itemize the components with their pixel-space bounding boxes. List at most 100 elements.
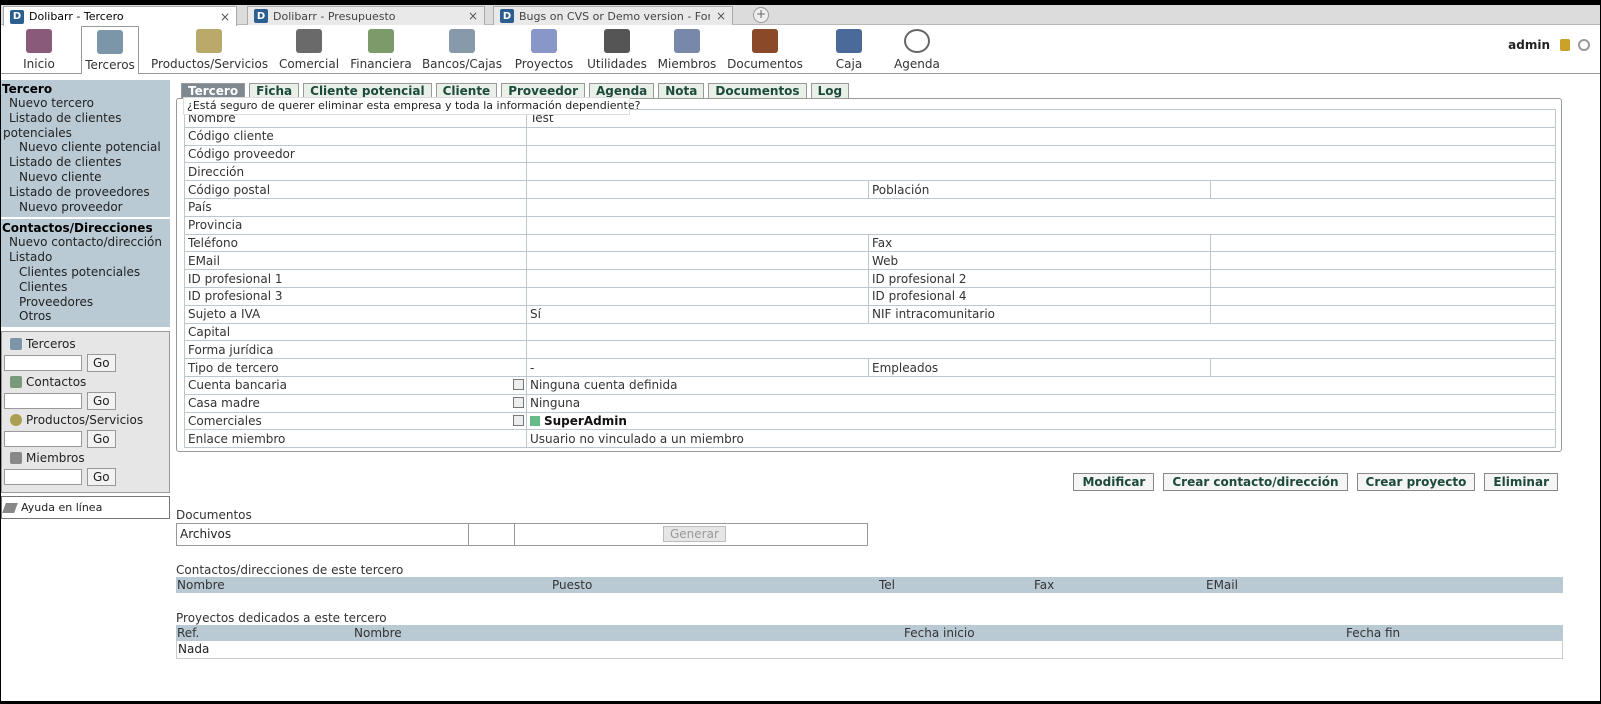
link-clientes-potenciales[interactable]: Clientes potenciales <box>2 265 170 280</box>
menu-item-miembros[interactable]: Miembros <box>655 26 719 74</box>
field-label: Código proveedor <box>184 144 527 164</box>
menu-item-utilidades[interactable]: Utilidades <box>585 26 649 74</box>
close-tab-icon[interactable]: × <box>716 9 726 23</box>
menu-item-documentos[interactable]: Documentos <box>725 26 805 74</box>
crear-contacto-button[interactable]: Crear contacto/dirección <box>1163 473 1348 491</box>
close-tab-icon[interactable]: × <box>468 9 478 23</box>
tab-log[interactable]: Log <box>810 83 850 99</box>
tercero-card: Nombre Test Código cliente Código proveed… <box>176 98 1562 452</box>
tab-nota[interactable]: Nota <box>658 83 705 99</box>
lock-icon[interactable] <box>1560 39 1570 51</box>
field-value <box>526 251 869 271</box>
link-nuevo-cliente[interactable]: Nuevo cliente <box>2 170 170 185</box>
table-row: Código postal Población <box>184 180 1556 199</box>
menu-item-inicio[interactable]: Inicio <box>9 26 69 74</box>
field-value <box>1210 269 1556 288</box>
crear-proyecto-button[interactable]: Crear proyecto <box>1356 473 1476 491</box>
search-miembros-input[interactable] <box>4 469 82 486</box>
link-proveedores[interactable]: Proveedores <box>2 295 170 310</box>
field-label: ID profesional 2 <box>868 269 1211 288</box>
menu-item-productos[interactable]: Productos/Servicios <box>151 26 268 74</box>
browser-window: D Dolibarr - Tercero × D Dolibarr - Pres… <box>1 5 1600 701</box>
menu-item-terceros[interactable]: Terceros <box>81 26 139 74</box>
go-button[interactable]: Go <box>87 354 116 373</box>
search-terceros-input[interactable] <box>4 355 82 372</box>
field-value <box>526 269 869 288</box>
cashbox-icon <box>836 29 862 53</box>
tab-documentos[interactable]: Documentos <box>708 83 807 99</box>
left-menu-contactos: Contactos/Direcciones Nuevo contacto/dir… <box>1 219 170 330</box>
table-row: Enlace miembro Usuario no vinculado a un … <box>184 429 1556 449</box>
home-icon <box>26 29 52 53</box>
field-value <box>526 126 1556 146</box>
field-value: Test <box>526 109 1556 128</box>
field-label: Población <box>868 180 1211 199</box>
link-clientes[interactable]: Clientes <box>2 280 170 295</box>
user-name[interactable]: admin <box>1508 38 1550 52</box>
modificar-button[interactable]: Modificar <box>1073 473 1155 491</box>
projects-table-header: Ref. Nombre Fecha inicio Fecha fin <box>176 625 1563 641</box>
link-listado[interactable]: Listado <box>2 250 170 265</box>
link-listado-clientes-potenciales-cont[interactable]: potenciales <box>2 126 170 141</box>
dolibarr-favicon-icon: D <box>500 9 514 23</box>
edit-icon[interactable] <box>513 378 524 390</box>
browser-tab-presupuesto[interactable]: D Dolibarr - Presupuesto × <box>247 6 485 25</box>
go-button[interactable]: Go <box>87 468 116 487</box>
search-label: Terceros <box>26 336 76 351</box>
products-icon <box>196 29 222 53</box>
table-row: ID profesional 1 ID profesional 2 <box>184 269 1556 288</box>
link-listado-clientes-potenciales[interactable]: Listado de clientes <box>2 111 170 126</box>
menu-item-financiera[interactable]: Financiera <box>347 26 415 74</box>
field-value <box>526 197 1556 217</box>
eliminar-button[interactable]: Eliminar <box>1484 473 1558 491</box>
left-menu-title-tercero[interactable]: Tercero <box>2 81 170 96</box>
building-icon <box>10 337 22 350</box>
documents-title: Documentos <box>176 508 252 522</box>
field-value <box>1210 180 1556 199</box>
link-nuevo-contacto[interactable]: Nuevo contacto/dirección <box>2 235 170 250</box>
browser-tab-tercero[interactable]: D Dolibarr - Tercero × <box>3 6 237 26</box>
field-label-comerciales: Comerciales <box>184 411 527 431</box>
close-tab-icon[interactable]: × <box>220 10 230 24</box>
go-button[interactable]: Go <box>87 430 116 449</box>
column-header: Nombre <box>354 626 402 640</box>
column-header: Nombre <box>177 578 225 592</box>
field-label: País <box>184 197 527 217</box>
clock-icon <box>904 29 930 53</box>
left-menu-title-contactos[interactable]: Contactos/Direcciones <box>2 220 170 235</box>
table-row: ID profesional 3 ID profesional 4 <box>184 286 1556 306</box>
link-nuevo-proveedor[interactable]: Nuevo proveedor <box>2 200 170 215</box>
browser-tab-bugs[interactable]: D Bugs on CVS or Demo version - Foru... … <box>493 6 733 25</box>
menu-item-caja[interactable]: Caja <box>821 26 877 74</box>
book-icon <box>2 502 18 513</box>
link-nuevo-cliente-potencial[interactable]: Nuevo cliente potencial <box>2 140 170 155</box>
menu-item-comercial[interactable]: Comercial <box>277 26 341 74</box>
new-tab-icon[interactable]: + <box>753 7 769 23</box>
menu-item-proyectos[interactable]: Proyectos <box>511 26 577 74</box>
search-productos-input[interactable] <box>4 431 82 448</box>
field-value <box>1210 358 1556 377</box>
edit-icon[interactable] <box>513 414 524 426</box>
contacts-table-header: Nombre Puesto Tel Fax EMail <box>176 577 1563 593</box>
help-link[interactable]: Ayuda en línea <box>1 496 170 520</box>
go-button[interactable]: Go <box>87 392 116 411</box>
field-label: Forma jurídica <box>184 340 527 360</box>
field-label: Web <box>868 251 1211 271</box>
search-contactos-input[interactable] <box>4 393 82 410</box>
logout-icon[interactable] <box>1578 39 1590 51</box>
menu-item-agenda[interactable]: Agenda <box>885 26 949 74</box>
link-listado-clientes[interactable]: Listado de clientes <box>2 155 170 170</box>
sales-rep-link[interactable]: SuperAdmin <box>544 414 627 428</box>
generar-button[interactable]: Generar <box>663 526 726 542</box>
link-nuevo-tercero[interactable]: Nuevo tercero <box>2 96 170 111</box>
link-listado-proveedores[interactable]: Listado de proveedores <box>2 185 170 200</box>
confirm-delete-message: ¿Está seguro de querer eliminar esta emp… <box>183 97 640 115</box>
top-menu: Inicio Terceros Productos/Servicios Come… <box>1 26 1600 74</box>
column-header: Fecha fin <box>1346 626 1401 640</box>
tercero-fields-table: Nombre Test Código cliente Código proveed… <box>184 109 1556 449</box>
edit-icon[interactable] <box>513 396 524 408</box>
menu-item-bancos[interactable]: Bancos/Cajas <box>421 26 503 74</box>
field-label: Cuenta bancaria <box>188 378 287 393</box>
user-icon <box>530 416 540 427</box>
link-otros[interactable]: Otros <box>2 309 170 324</box>
